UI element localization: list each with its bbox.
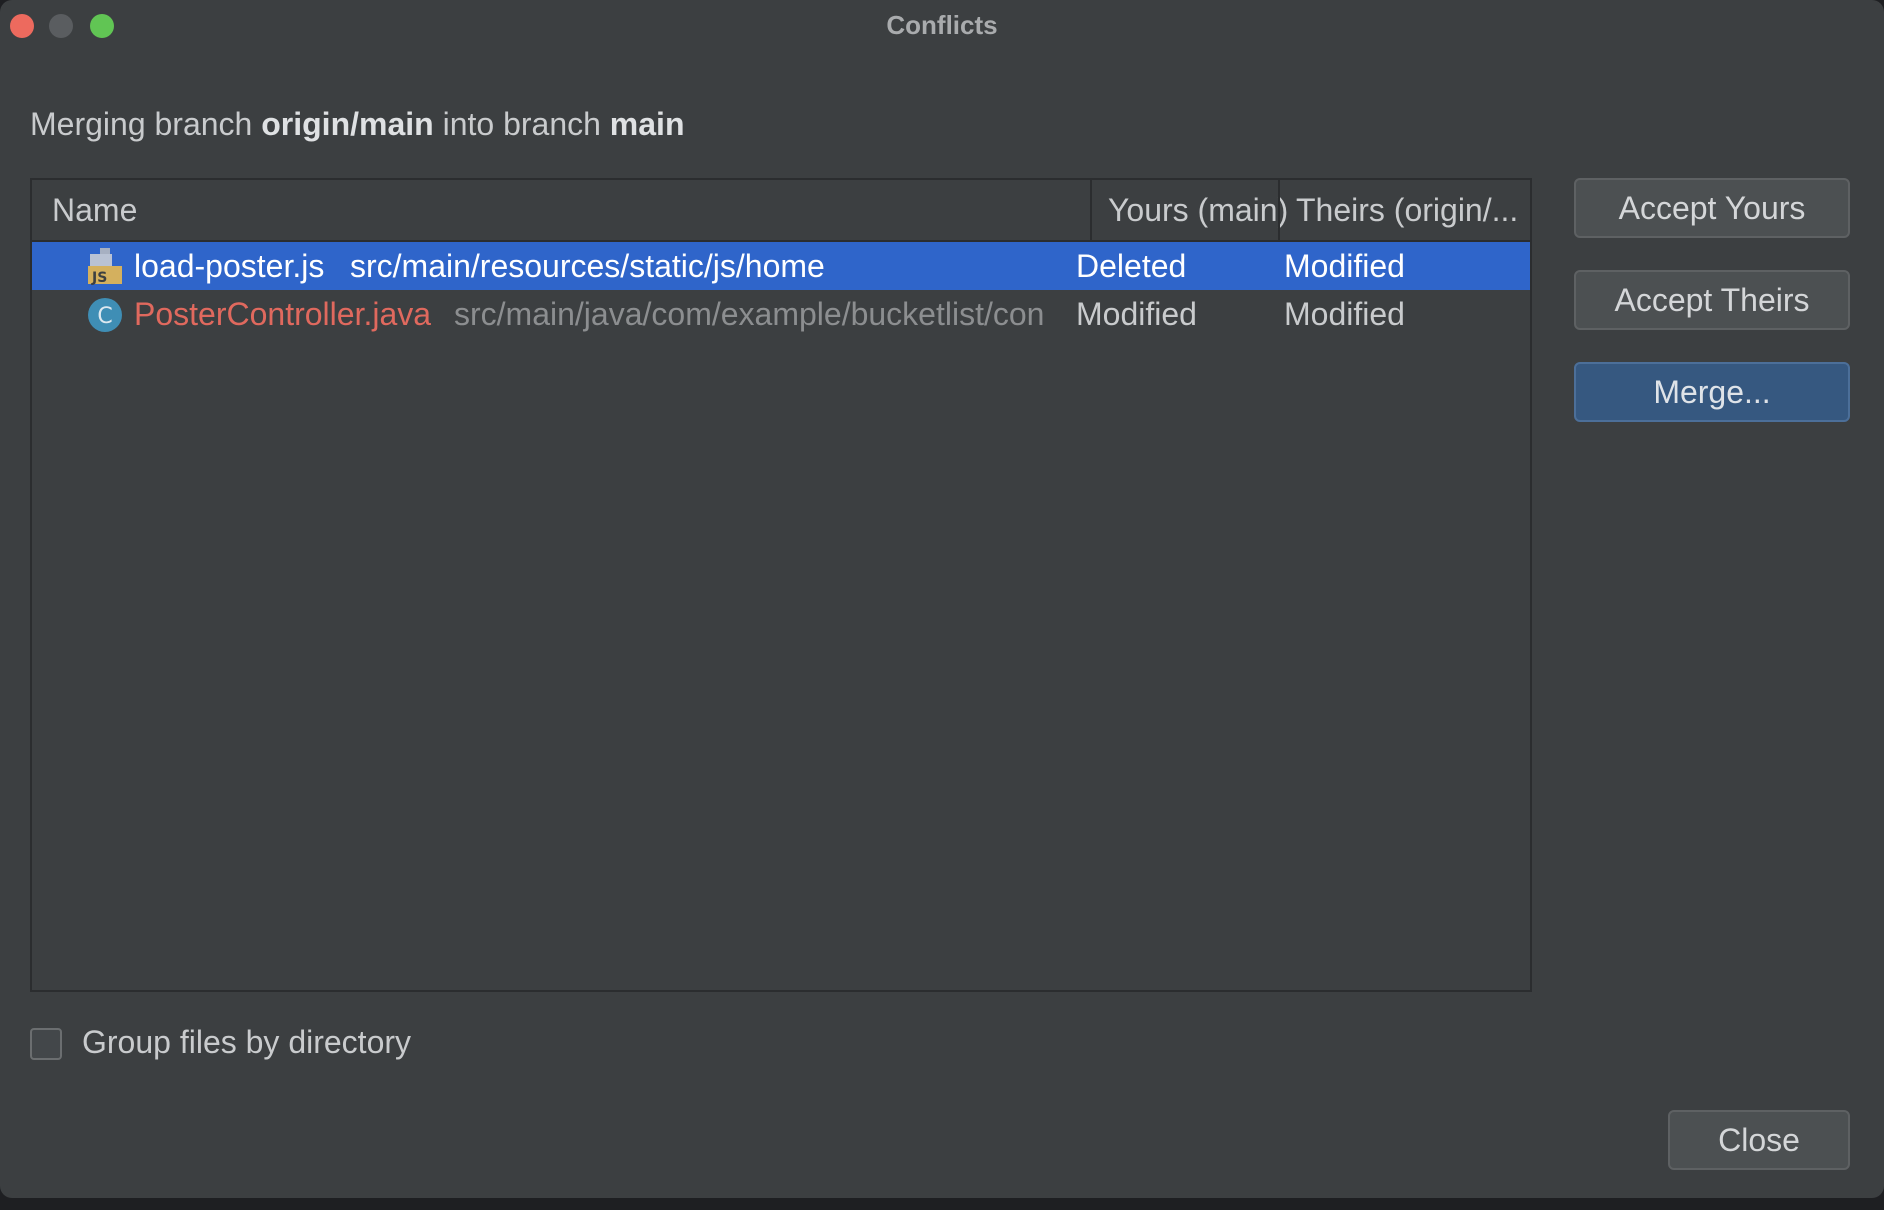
java-class-icon-letter: C xyxy=(97,304,112,329)
group-by-directory-checkbox[interactable] xyxy=(30,1028,62,1060)
table-row[interactable]: C PosterController.java src/main/java/co… xyxy=(32,290,1530,338)
row-theirs-status: Modified xyxy=(1284,296,1405,332)
svg-text:JS: JS xyxy=(91,270,107,286)
merge-description-prefix: Merging branch xyxy=(30,106,262,142)
close-button[interactable]: Close xyxy=(1668,1110,1850,1170)
row-file-path: src/main/resources/static/js/home xyxy=(350,248,825,284)
row-theirs-status: Modified xyxy=(1284,248,1405,284)
target-branch: main xyxy=(609,106,685,142)
merge-button[interactable]: Merge... xyxy=(1574,362,1850,422)
row-yours-status: Deleted xyxy=(1076,248,1187,284)
conflicts-dialog: Conflicts Merging branch origin/main int… xyxy=(0,0,1884,1198)
accept-yours-button[interactable]: Accept Yours xyxy=(1574,178,1850,238)
java-class-icon: C xyxy=(88,298,122,332)
row-yours-status: Modified xyxy=(1076,296,1197,332)
row-file-path: src/main/java/com/example/bucketlist/con xyxy=(454,296,1045,332)
source-branch: origin/main xyxy=(261,106,434,142)
row-file-name: PosterController.java xyxy=(134,296,432,332)
title-bar: Conflicts xyxy=(0,0,1884,52)
window-title: Conflicts xyxy=(886,10,998,40)
column-header-theirs[interactable]: Theirs (origin/... xyxy=(1278,180,1550,240)
merge-description-middle: into branch xyxy=(433,106,610,142)
column-header-name[interactable]: Name xyxy=(52,180,1052,240)
merge-description: Merging branch origin/main into branch m… xyxy=(30,106,684,143)
table-header: Name Yours (main) Theirs (origin/... xyxy=(32,180,1530,242)
row-file-name: load-poster.js xyxy=(134,248,325,284)
group-by-directory-label[interactable]: Group files by directory xyxy=(82,1024,411,1061)
table-row[interactable]: JS load-poster.js src/main/resources/sta… xyxy=(32,242,1530,290)
conflicts-table: Name Yours (main) Theirs (origin/... JS … xyxy=(30,178,1532,992)
accept-theirs-button[interactable]: Accept Theirs xyxy=(1574,270,1850,330)
js-file-icon: JS xyxy=(88,248,122,286)
